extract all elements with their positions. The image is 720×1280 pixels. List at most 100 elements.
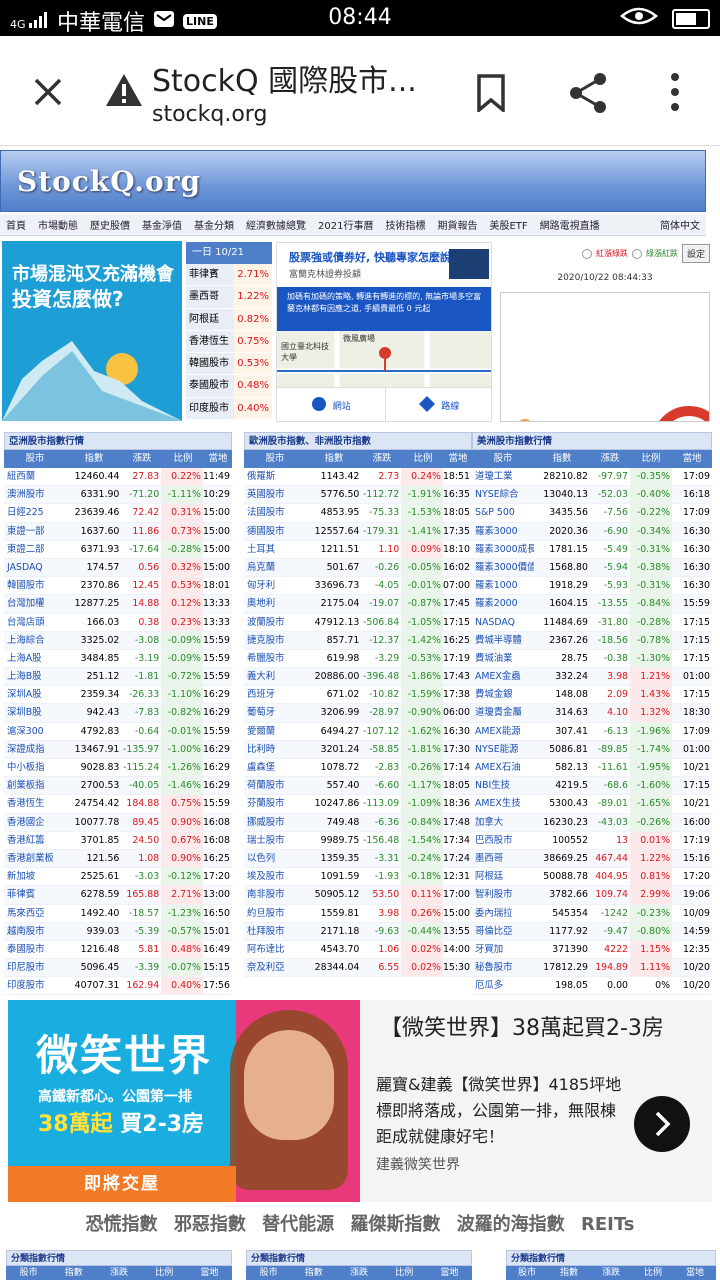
table-row[interactable]: 創業板指 2700.53 -40.05 -1.46% 16:29 bbox=[4, 777, 232, 796]
market-name[interactable]: 墨西哥 bbox=[472, 850, 534, 867]
mini-table-row[interactable]: 墨西哥 1.22% bbox=[186, 286, 272, 309]
table-row[interactable]: NYSE能源 5086.81 -89.85 -1.74% 01:00 bbox=[472, 740, 712, 759]
nav-item[interactable]: 基金分類 bbox=[188, 217, 240, 232]
table-row[interactable]: JASDAQ 174.57 0.56 0.32% 15:00 bbox=[4, 558, 232, 578]
table-row[interactable]: 羅素2000 1604.15 -13.55 -0.84% 15:59 bbox=[472, 595, 712, 614]
market-name[interactable]: 牙買加 bbox=[472, 941, 534, 958]
market-name[interactable]: 上海綜合 bbox=[4, 632, 66, 649]
table-row[interactable]: 韓國股市 2370.86 12.45 0.53% 18:01 bbox=[4, 577, 232, 596]
map-thumbnail[interactable]: 微風廣場 國立臺北科技大學 bbox=[277, 331, 491, 387]
market-name[interactable]: 以色列 bbox=[244, 850, 306, 867]
more-menu-icon[interactable] bbox=[668, 72, 682, 116]
table-row[interactable]: 深圳A股 2359.34 -26.33 -1.10% 16:29 bbox=[4, 686, 232, 705]
settings-button[interactable]: 設定 bbox=[681, 244, 710, 263]
ad-website-button[interactable]: 網站 bbox=[277, 387, 385, 421]
table-row[interactable]: 盧森堡 1078.72 -2.83 -0.26% 17:14 bbox=[244, 759, 472, 778]
table-row[interactable]: 深證成指 13467.91 -135.97 -1.00% 16:29 bbox=[4, 740, 232, 759]
market-name[interactable]: 南非股市 bbox=[244, 886, 306, 903]
ad-banner-left[interactable]: 市場混沌又充滿機會 投資怎麼做? bbox=[2, 241, 182, 421]
table-row[interactable]: AMEX能源 307.41 -6.13 -1.96% 17:09 bbox=[472, 722, 712, 741]
market-name[interactable]: 香港創業板 bbox=[4, 850, 66, 867]
market-name[interactable]: AMEX能源 bbox=[472, 723, 534, 740]
market-name[interactable]: 義大利 bbox=[244, 668, 306, 685]
market-name[interactable]: 道瓊貴金屬 bbox=[472, 704, 534, 721]
table-row[interactable]: 比利時 3201.24 -58.85 -1.81% 17:30 bbox=[244, 740, 472, 759]
table-row[interactable]: 香港紅籌 3701.85 24.50 0.67% 16:08 bbox=[4, 831, 232, 850]
table-row[interactable]: 澳洲股市 6331.90 -71.20 -1.11% 10:29 bbox=[4, 486, 232, 505]
market-name[interactable]: 印尼股市 bbox=[4, 959, 66, 976]
table-row[interactable]: AMEX石油 582.13 -11.61 -1.95% 10/21 bbox=[472, 759, 712, 778]
table-row[interactable]: 捷克股市 857.71 -12.37 -1.42% 16:25 bbox=[244, 631, 472, 650]
market-name[interactable]: 波蘭股市 bbox=[244, 614, 306, 631]
table-row[interactable]: 瑞士股市 9989.75 -156.48 -1.54% 17:34 bbox=[244, 831, 472, 850]
table-row[interactable]: 道瓊工業 28210.82 -97.97 -0.35% 17:09 bbox=[472, 468, 712, 487]
table-row[interactable]: 委內瑞拉 545354 -1242 -0.23% 10/09 bbox=[472, 904, 712, 923]
market-name[interactable]: 道瓊工業 bbox=[472, 468, 534, 485]
market-name[interactable]: 羅素2000 bbox=[472, 595, 534, 612]
table-row[interactable]: 上海A股 3484.85 -3.19 -0.09% 15:59 bbox=[4, 649, 232, 669]
table-row[interactable]: 東證一部 1637.60 11.86 0.73% 15:00 bbox=[4, 522, 232, 541]
table-row[interactable]: 約旦股市 1559.81 3.98 0.26% 15:00 bbox=[244, 904, 472, 923]
close-icon[interactable] bbox=[30, 74, 66, 110]
market-name[interactable]: 菲律賓 bbox=[4, 886, 66, 903]
market-name[interactable]: 捷克股市 bbox=[244, 632, 306, 649]
table-caption[interactable]: 歐洲股市指數、非洲股市指數 bbox=[244, 432, 472, 450]
nav-item[interactable]: 基金淨值 bbox=[136, 217, 188, 232]
index-link[interactable]: 羅傑斯指數 bbox=[350, 1214, 440, 1235]
table-row[interactable]: 費城金銀 148.08 2.09 1.43% 17:15 bbox=[472, 686, 712, 705]
market-name[interactable]: 台灣店頭 bbox=[4, 614, 66, 631]
market-name[interactable]: NYSE綜合 bbox=[472, 486, 534, 503]
market-name[interactable]: NASDAQ bbox=[472, 614, 534, 631]
table-row[interactable]: 土耳其 1211.51 1.10 0.09% 18:10 bbox=[244, 540, 472, 559]
table-row[interactable]: 費城半導體 2367.26 -18.56 -0.78% 17:15 bbox=[472, 631, 712, 650]
nav-item[interactable]: 市場動態 bbox=[32, 217, 84, 232]
table-row[interactable]: 印尼股市 5096.45 -3.39 -0.07% 15:15 bbox=[4, 959, 232, 978]
table-row[interactable]: 羅素3000成長 1781.15 -5.49 -0.31% 16:30 bbox=[472, 540, 712, 559]
market-name[interactable]: 埃及股市 bbox=[244, 868, 306, 885]
site-logo[interactable]: StockQ.org bbox=[17, 165, 201, 198]
table-row[interactable]: 印度股市 40707.31 162.94 0.40% 17:56 bbox=[4, 977, 232, 996]
nav-item[interactable]: 美股ETF bbox=[483, 217, 533, 232]
table-row[interactable]: 荷蘭股市 557.40 -6.60 -1.17% 18:05 bbox=[244, 777, 472, 796]
table-row[interactable]: 越南股市 939.03 -5.39 -0.57% 15:01 bbox=[4, 922, 232, 941]
table-row[interactable]: 道瓊貴金屬 314.63 4.10 1.32% 18:30 bbox=[472, 704, 712, 723]
table-row[interactable]: 希臘股市 619.98 -3.29 -0.53% 17:19 bbox=[244, 649, 472, 669]
market-name[interactable]: AMEX石油 bbox=[472, 759, 534, 776]
table-row[interactable]: 香港創業板 121.56 1.08 0.90% 16:25 bbox=[4, 849, 232, 869]
market-name[interactable]: 泰國股市 bbox=[4, 941, 66, 958]
bookmark-icon[interactable] bbox=[476, 74, 506, 116]
market-name[interactable]: 智利股市 bbox=[472, 886, 534, 903]
table-row[interactable]: 烏克蘭 501.67 -0.26 -0.05% 16:02 bbox=[244, 558, 472, 578]
table-row[interactable]: 匈牙利 33696.73 -4.05 -0.01% 07:00 bbox=[244, 577, 472, 596]
market-name[interactable]: 滬深300 bbox=[4, 723, 66, 740]
market-name[interactable]: 杜拜股市 bbox=[244, 923, 306, 940]
table-row[interactable]: 挪威股市 749.48 -6.36 -0.84% 17:48 bbox=[244, 813, 472, 832]
market-name[interactable]: 烏克蘭 bbox=[244, 559, 306, 576]
mini-table-row[interactable]: 阿根廷 0.82% bbox=[186, 308, 272, 331]
market-name[interactable]: 深圳A股 bbox=[4, 686, 66, 703]
market-name[interactable]: 愛爾蘭 bbox=[244, 723, 306, 740]
table-row[interactable]: 西班牙 671.02 -10.82 -1.59% 17:38 bbox=[244, 686, 472, 705]
page-url[interactable]: stockq.org bbox=[152, 102, 267, 127]
table-row[interactable]: 埃及股市 1091.59 -1.93 -0.18% 12:31 bbox=[244, 868, 472, 887]
table-row[interactable]: 日經225 23639.46 72.42 0.31% 15:00 bbox=[4, 504, 232, 523]
market-name[interactable]: 日經225 bbox=[4, 504, 66, 521]
table-row[interactable]: 義大利 20886.00 -396.48 -1.86% 17:43 bbox=[244, 668, 472, 687]
table-row[interactable]: 費城油業 28.75 -0.38 -1.30% 17:15 bbox=[472, 649, 712, 669]
market-name[interactable]: 香港恆生 bbox=[4, 795, 66, 812]
market-name[interactable]: NYSE能源 bbox=[472, 741, 534, 758]
market-name[interactable]: 西班牙 bbox=[244, 686, 306, 703]
nav-item[interactable]: 網路電視直播 bbox=[534, 217, 606, 232]
market-name[interactable]: 羅素3000價值 bbox=[472, 559, 534, 576]
table-row[interactable]: 杜拜股市 2171.18 -9.63 -0.44% 13:55 bbox=[244, 922, 472, 941]
market-name[interactable]: 英國股市 bbox=[244, 486, 306, 503]
market-name[interactable]: 俄羅斯 bbox=[244, 468, 306, 485]
nav-item[interactable]: 期貨報告 bbox=[431, 217, 483, 232]
table-row[interactable]: AMEX生技 5300.43 -89.01 -1.65% 10/21 bbox=[472, 795, 712, 814]
table-row[interactable]: 羅素1000 1918.29 -5.93 -0.31% 16:30 bbox=[472, 577, 712, 596]
ad-route-button[interactable]: 路線 bbox=[384, 387, 491, 421]
chevron-right-icon[interactable] bbox=[634, 1096, 690, 1152]
table-row[interactable]: 秘魯股市 17812.29 194.89 1.11% 10/20 bbox=[472, 959, 712, 978]
market-name[interactable]: 阿根廷 bbox=[472, 868, 534, 885]
index-link[interactable]: REITs bbox=[581, 1214, 634, 1235]
